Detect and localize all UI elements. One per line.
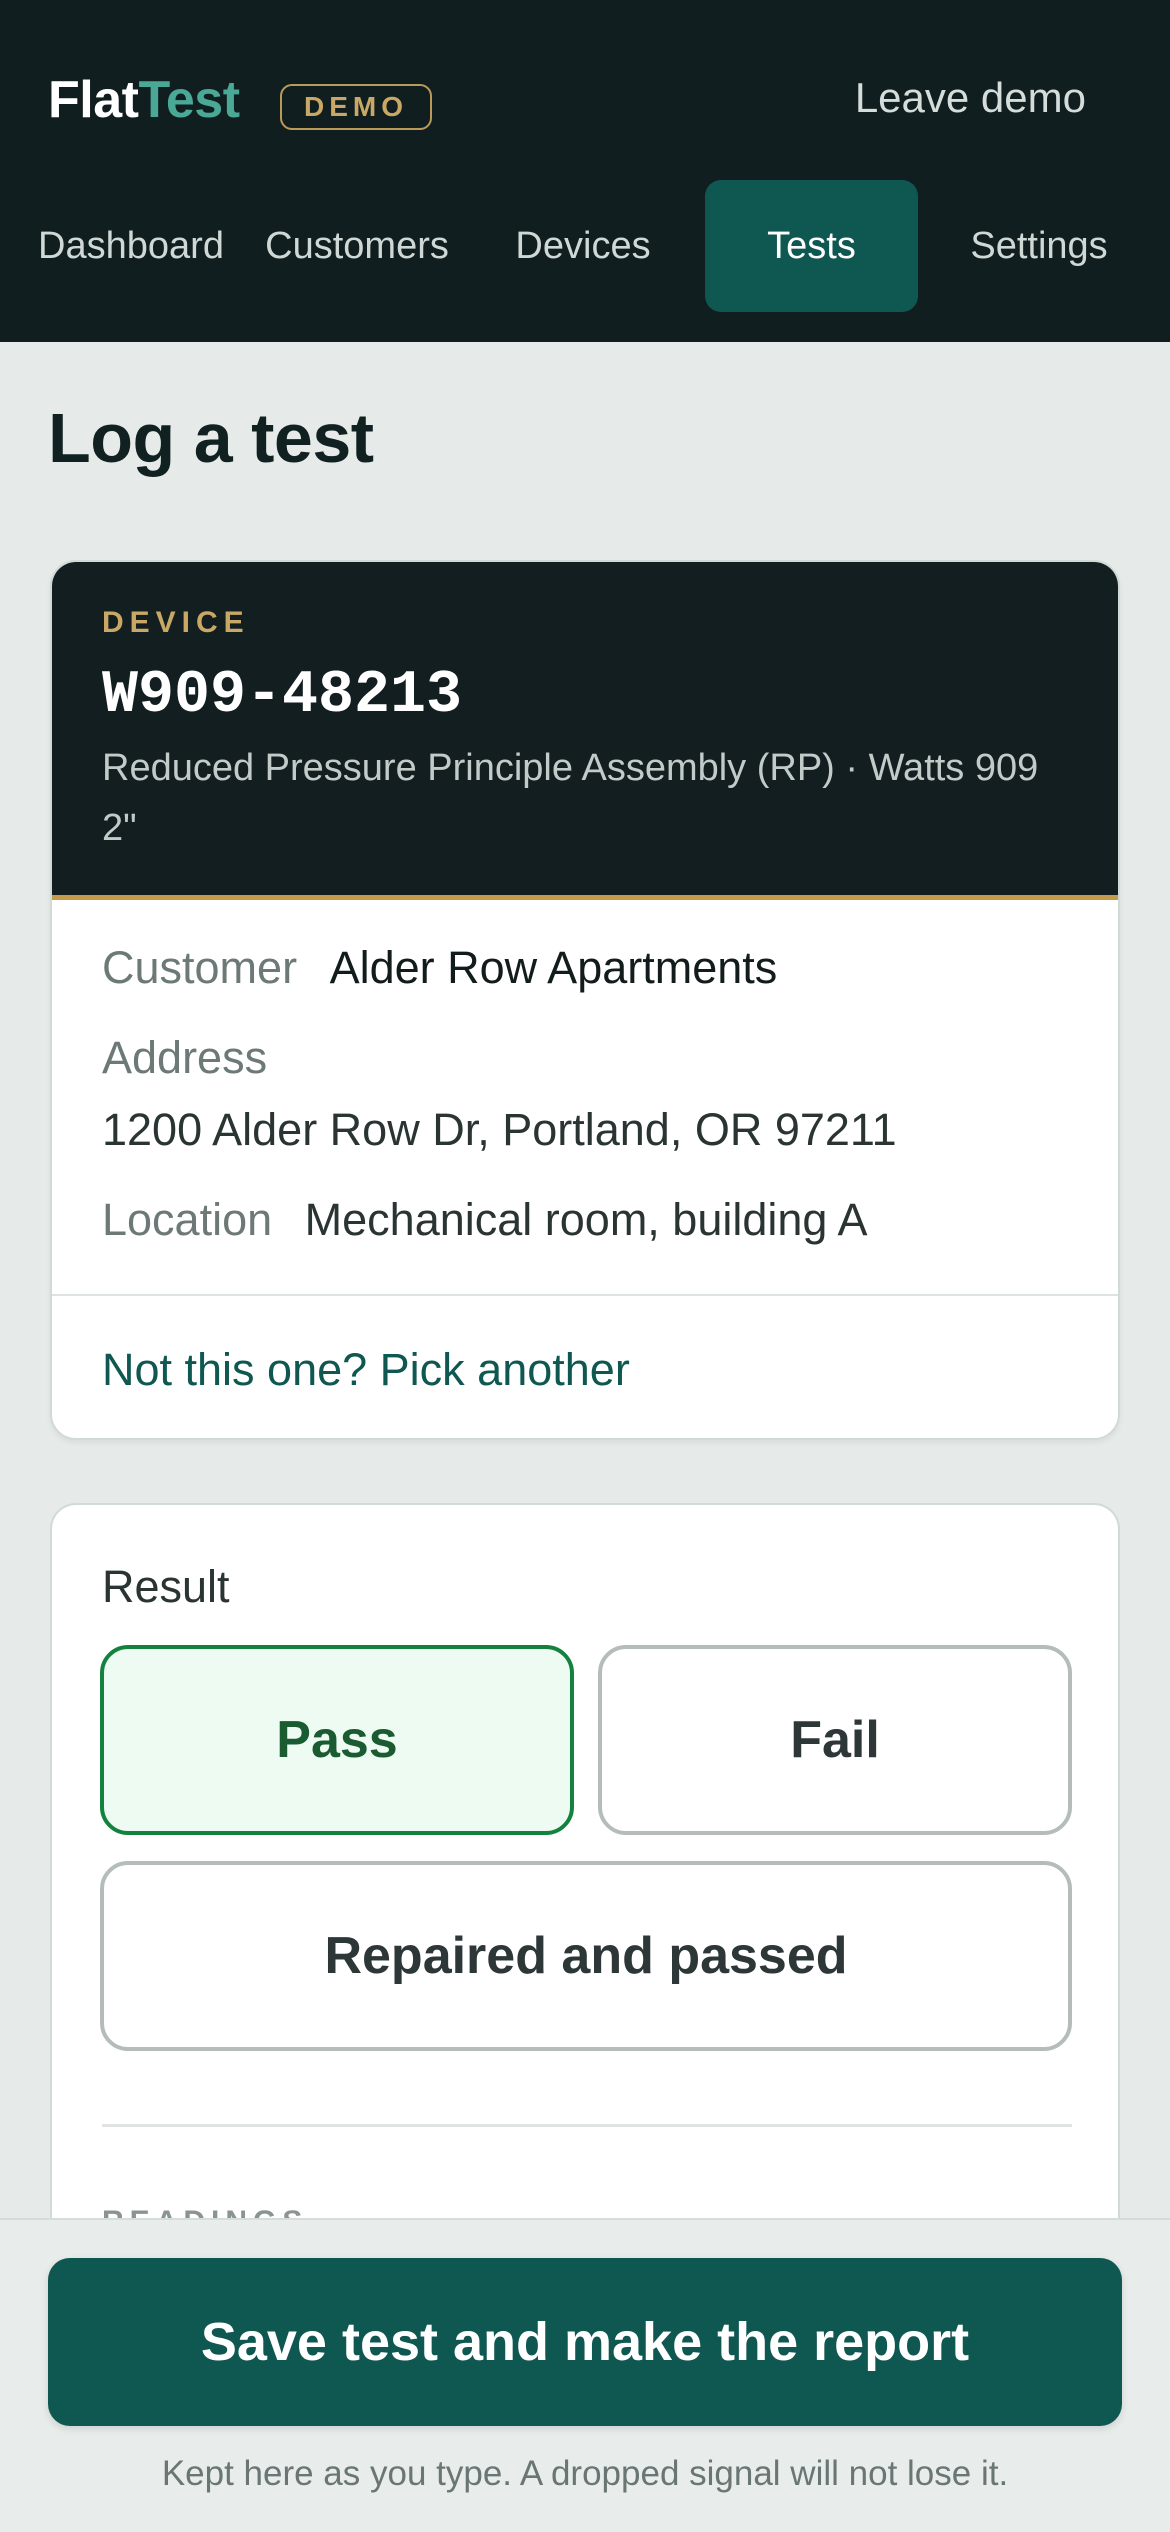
divider <box>102 2124 1072 2127</box>
tab-settings[interactable]: Settings <box>926 180 1152 312</box>
tab-customers[interactable]: Customers <box>244 180 470 312</box>
address-label-row: Address <box>102 1032 267 1084</box>
device-serial: W909-48213 <box>102 662 463 730</box>
customer-row: Customer Alder Row Apartments <box>102 942 777 994</box>
brand-name-part2: Test <box>138 71 240 129</box>
result-label: Result <box>102 1561 230 1612</box>
page-title: Log a test <box>48 399 374 477</box>
brand-logo[interactable]: Flat Test <box>48 70 240 130</box>
tab-tests[interactable]: Tests <box>705 180 918 312</box>
app-header: Flat Test DEMO Leave demo Dashboard Custo… <box>0 0 1170 342</box>
demo-badge: DEMO <box>280 84 432 130</box>
brand-name-part1: Flat <box>48 71 139 129</box>
customer-label: Customer <box>102 942 298 993</box>
leave-demo-link[interactable]: Leave demo <box>855 74 1086 122</box>
address-value: 1200 Alder Row Dr, Portland, OR 97211 <box>102 1104 897 1155</box>
result-card: Result Pass Fail Repaired and passed REA… <box>50 1503 1120 2263</box>
device-description: Reduced Pressure Principle Assembly (RP)… <box>102 747 1039 849</box>
customer-value: Alder Row Apartments <box>329 942 778 993</box>
device-card: DEVICE W909-48213 Reduced Pressure Princ… <box>50 560 1120 1440</box>
result-option-repaired-and-passed[interactable]: Repaired and passed <box>100 1861 1072 2051</box>
address-label: Address <box>102 1032 268 1083</box>
tab-dashboard[interactable]: Dashboard <box>18 180 244 312</box>
autosave-hint: Kept here as you type. A dropped signal … <box>161 2454 1009 2493</box>
result-option-fail[interactable]: Fail <box>598 1645 1072 1835</box>
save-test-button[interactable]: Save test and make the report <box>48 2258 1122 2426</box>
result-option-pass[interactable]: Pass <box>100 1645 574 1835</box>
location-row: Location Mechanical room, building A <box>102 1194 867 1246</box>
device-card-header: DEVICE W909-48213 Reduced Pressure Princ… <box>52 562 1118 900</box>
location-value: Mechanical room, building A <box>304 1194 868 1245</box>
tab-devices[interactable]: Devices <box>470 180 696 312</box>
address-value-row: 1200 Alder Row Dr, Portland, OR 97211 <box>102 1104 897 1156</box>
main-nav: Dashboard Customers Devices Tests Settin… <box>0 180 1170 312</box>
location-label: Location <box>102 1194 273 1245</box>
device-kicker: DEVICE <box>102 606 250 639</box>
divider <box>52 1294 1118 1296</box>
pick-another-device-link[interactable]: Not this one? Pick another <box>102 1344 630 1396</box>
bottom-action-bar: Save test and make the report Kept here … <box>0 2218 1170 2532</box>
